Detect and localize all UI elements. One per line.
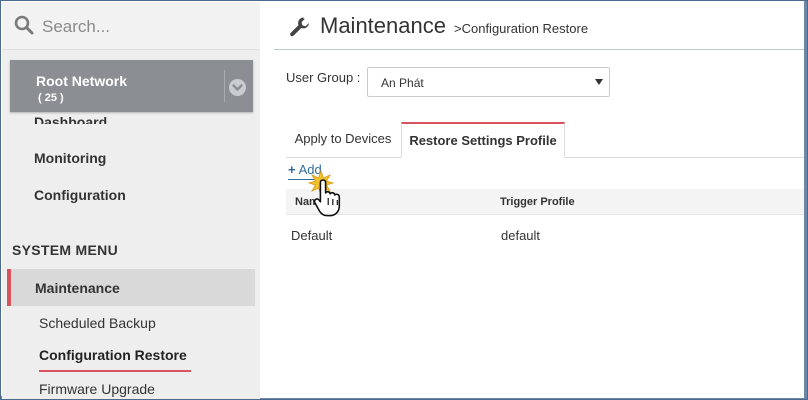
tab-restore-settings-profile[interactable]: Restore Settings Profile (401, 122, 565, 158)
sidebar-subitem-scheduled-backup[interactable]: Scheduled Backup (39, 315, 156, 331)
tab-apply-to-devices[interactable]: Apply to Devices (286, 122, 400, 158)
sidebar-subitem-configuration-restore[interactable]: Configuration Restore (39, 347, 187, 363)
sidebar-item-dashboard[interactable]: Dashboard (34, 112, 107, 124)
sidebar-subitem-firmware-upgrade[interactable]: Firmware Upgrade (39, 381, 155, 397)
user-group-value: An Phát (381, 76, 424, 90)
sidebar-item-monitoring[interactable]: Monitoring (34, 150, 106, 166)
divider (224, 70, 225, 102)
add-button[interactable]: + Add (288, 162, 324, 180)
column-header-name[interactable]: Name (295, 196, 325, 208)
search-bar (2, 2, 260, 50)
system-menu-heading: SYSTEM MENU (12, 242, 118, 258)
plus-icon: + (288, 162, 296, 177)
page-header: Maintenance >Configuration Restore (274, 2, 804, 50)
table-row[interactable]: Default default (286, 216, 804, 254)
network-selector[interactable]: Root Network ( 25 ) (10, 60, 253, 112)
search-icon[interactable] (14, 15, 34, 35)
caret-down-icon (595, 79, 603, 85)
search-input[interactable] (42, 14, 242, 40)
column-header-trigger-profile[interactable]: Trigger Profile (500, 196, 575, 208)
app-window: Dashboard Root Network ( 25 ) Monitoring… (0, 0, 808, 400)
add-label: Add (298, 162, 322, 177)
user-group-select[interactable]: An Phát (367, 67, 610, 97)
main-content: Maintenance >Configuration Restore User … (260, 2, 804, 398)
cell-name: Default (291, 228, 333, 243)
page-title: Maintenance (320, 13, 446, 38)
user-group-label: User Group : (286, 70, 361, 85)
sidebar-item-maintenance[interactable]: Maintenance (7, 269, 255, 306)
sidebar-item-label: Maintenance (35, 280, 120, 296)
breadcrumb: >Configuration Restore (454, 21, 589, 36)
network-name: Root Network (36, 73, 127, 89)
sidebar: Dashboard Root Network ( 25 ) Monitoring… (2, 2, 260, 399)
wrench-icon (290, 17, 309, 37)
table-header: Name Trigger Profile (286, 189, 804, 215)
sidebar-item-configuration[interactable]: Configuration (34, 187, 126, 203)
cell-trigger-profile: default (501, 228, 541, 243)
network-count: ( 25 ) (38, 92, 64, 104)
chevron-down-circle-icon[interactable] (229, 79, 246, 96)
active-indicator (39, 370, 191, 372)
